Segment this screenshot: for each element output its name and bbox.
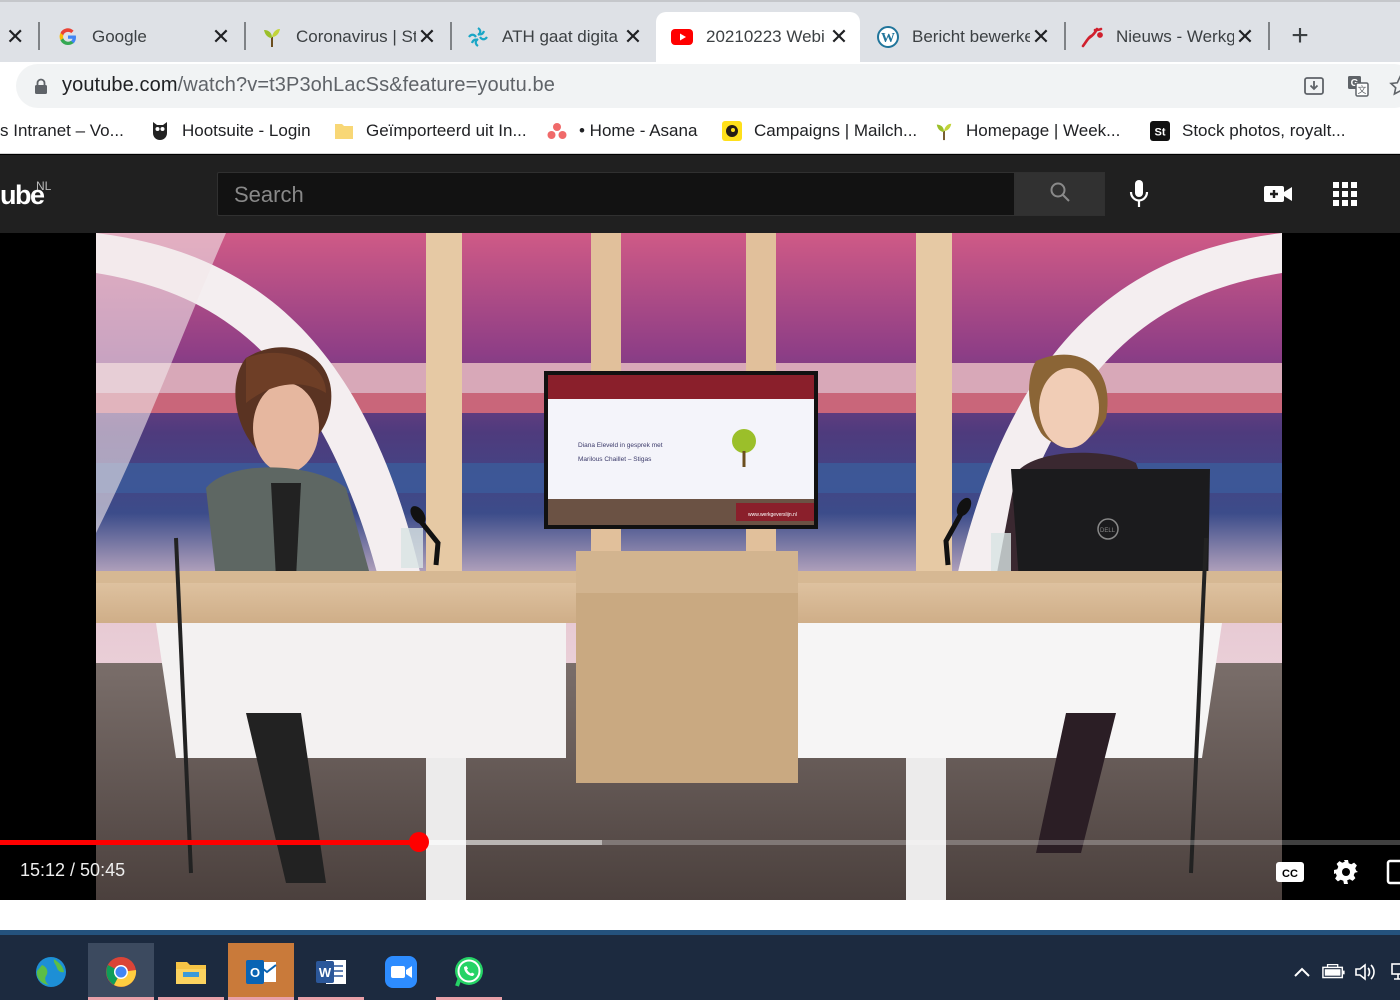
- google-g-icon: [56, 25, 80, 49]
- mailchimp-icon: [722, 121, 742, 141]
- bookmark-label: Homepage | Week...: [966, 121, 1121, 140]
- screen-title-line2: Marilous Chaillet – Stigas: [578, 456, 652, 463]
- region-code: NL: [36, 179, 52, 193]
- shutterstock-icon: St: [1150, 121, 1170, 141]
- bookmark-label: Stock photos, royalt...: [1182, 121, 1346, 140]
- whatsapp-icon[interactable]: [436, 943, 502, 1000]
- tab-close-icon[interactable]: ✕: [1030, 24, 1052, 49]
- folder-icon: [334, 121, 354, 141]
- bookmark-asana[interactable]: • Home - Asana: [547, 119, 697, 143]
- zoom-icon[interactable]: [368, 943, 434, 1000]
- tab-label: Bericht bewerke: [912, 27, 1030, 46]
- tab-close-icon[interactable]: ✕: [1234, 24, 1256, 49]
- bookmark-label: Hootsuite - Login: [182, 121, 311, 140]
- svg-text:St: St: [1155, 127, 1166, 139]
- url-text[interactable]: youtube.com/watch?v=t3P3ohLacSs&feature=…: [62, 74, 555, 97]
- bookmark-star-icon[interactable]: [1386, 72, 1400, 100]
- search-button[interactable]: [1015, 172, 1105, 216]
- tab-nieuws-werkgeverslijn[interactable]: Nieuws - Werkg ✕: [1066, 12, 1266, 62]
- bookmark-shutterstock[interactable]: St Stock photos, royalt...: [1150, 119, 1345, 143]
- translate-icon[interactable]: G文: [1344, 72, 1372, 100]
- wordpress-icon: W: [876, 25, 900, 49]
- page-below-player: [0, 900, 1400, 933]
- tab-coronavirus[interactable]: Coronavirus | St ✕: [246, 12, 448, 62]
- sprout-icon: [934, 121, 954, 141]
- screen-url: www.werkgeverslijn.nl: [748, 512, 797, 518]
- tab-close-icon[interactable]: ✕: [6, 24, 24, 50]
- progress-played: [0, 840, 420, 845]
- tab-close-icon[interactable]: ✕: [622, 24, 644, 49]
- bookmark-label: Campaigns | Mailch...: [754, 121, 918, 140]
- network-icon[interactable]: [1386, 960, 1400, 984]
- svg-text:W: W: [319, 965, 332, 980]
- captions-icon[interactable]: CC: [1274, 856, 1306, 888]
- settings-gear-icon[interactable]: [1330, 856, 1362, 888]
- asana-icon: [547, 121, 567, 141]
- ath-swirl-icon: [466, 25, 490, 49]
- tab-label: Nieuws - Werkg: [1116, 27, 1234, 46]
- bookmark-mailchimp[interactable]: Campaigns | Mailch...: [722, 119, 917, 143]
- bookmark-label: s Intranet – Vo...: [0, 121, 124, 140]
- video-player[interactable]: Diana Eleveld in gesprek met Marilous Ch…: [0, 233, 1400, 900]
- new-tab-button[interactable]: +: [1286, 19, 1314, 52]
- progress-bar[interactable]: [0, 840, 1400, 845]
- tab-google[interactable]: Google ✕: [42, 12, 242, 62]
- tab-close-icon[interactable]: ✕: [210, 24, 232, 49]
- volume-icon[interactable]: [1354, 960, 1378, 984]
- bookmark-label: • Home - Asana: [579, 121, 698, 140]
- create-video-icon[interactable]: [1262, 178, 1294, 210]
- video-frame[interactable]: Diana Eleveld in gesprek met Marilous Ch…: [96, 233, 1282, 900]
- time-display: 15:12 / 50:45: [20, 860, 126, 880]
- laptop-brand: DELL: [1100, 528, 1116, 534]
- studio-scene: Diana Eleveld in gesprek met Marilous Ch…: [96, 233, 1282, 900]
- tab-label: 20210223 Webi: [706, 27, 825, 46]
- bookmark-weekblad-homepage[interactable]: Homepage | Week...: [934, 119, 1120, 143]
- bookmark-hootsuite[interactable]: Hootsuite - Login: [150, 119, 311, 143]
- tab-close-icon[interactable]: ✕: [828, 24, 850, 49]
- miniplayer-icon[interactable]: [1380, 856, 1400, 888]
- search-icon: [1048, 180, 1072, 209]
- tab-label: Coronavirus | St: [296, 27, 416, 46]
- search-placeholder: Search: [234, 182, 304, 207]
- bookmark-intranet[interactable]: s Intranet – Vo...: [0, 119, 124, 143]
- svg-text:文: 文: [1357, 84, 1366, 96]
- tray-chevron-up-icon[interactable]: [1290, 960, 1314, 984]
- sprout-icon: [260, 25, 284, 49]
- lock-icon[interactable]: [34, 78, 48, 94]
- url-path: /watch?v=t3P3ohLacSs&feature=youtu.be: [177, 74, 555, 96]
- screen-banner: [548, 375, 814, 399]
- hootsuite-owl-icon: [150, 121, 170, 141]
- battery-icon[interactable]: [1322, 960, 1346, 984]
- werkgeverslijn-icon: [1080, 25, 1104, 49]
- svg-text:O: O: [250, 965, 260, 980]
- tab-separator: [38, 22, 40, 50]
- chrome-icon[interactable]: [88, 943, 154, 1000]
- svg-text:W: W: [881, 31, 895, 46]
- search-input[interactable]: [217, 172, 1015, 216]
- screen-title-line1: Diana Eleveld in gesprek met: [578, 442, 663, 449]
- tab-youtube-webinar[interactable]: 20210223 Webi ✕: [656, 12, 860, 62]
- url-domain: youtube.com: [62, 74, 178, 96]
- tab-ath[interactable]: ATH gaat digita ✕: [452, 12, 654, 62]
- bookmark-label: Geïmporteerd uit In...: [366, 121, 527, 140]
- tab-close-icon[interactable]: ✕: [416, 24, 438, 49]
- microphone-icon[interactable]: [1123, 178, 1155, 210]
- word-icon[interactable]: W: [298, 943, 364, 1000]
- apps-grid-icon[interactable]: [1329, 178, 1361, 210]
- outlook-icon[interactable]: O: [228, 943, 294, 1000]
- tab-separator: [1268, 22, 1270, 50]
- bookmark-imported-folder[interactable]: Geïmporteerd uit In...: [334, 119, 527, 143]
- browser-globe-icon[interactable]: [18, 943, 84, 1000]
- tab-wordpress[interactable]: W Bericht bewerke ✕: [862, 12, 1062, 62]
- tab-label: ATH gaat digita: [502, 27, 618, 46]
- install-app-icon[interactable]: [1300, 72, 1328, 100]
- svg-text:CC: CC: [1282, 868, 1298, 880]
- tab-label: Google: [92, 27, 147, 46]
- file-explorer-icon[interactable]: [158, 943, 224, 1000]
- youtube-play-icon: [670, 25, 694, 49]
